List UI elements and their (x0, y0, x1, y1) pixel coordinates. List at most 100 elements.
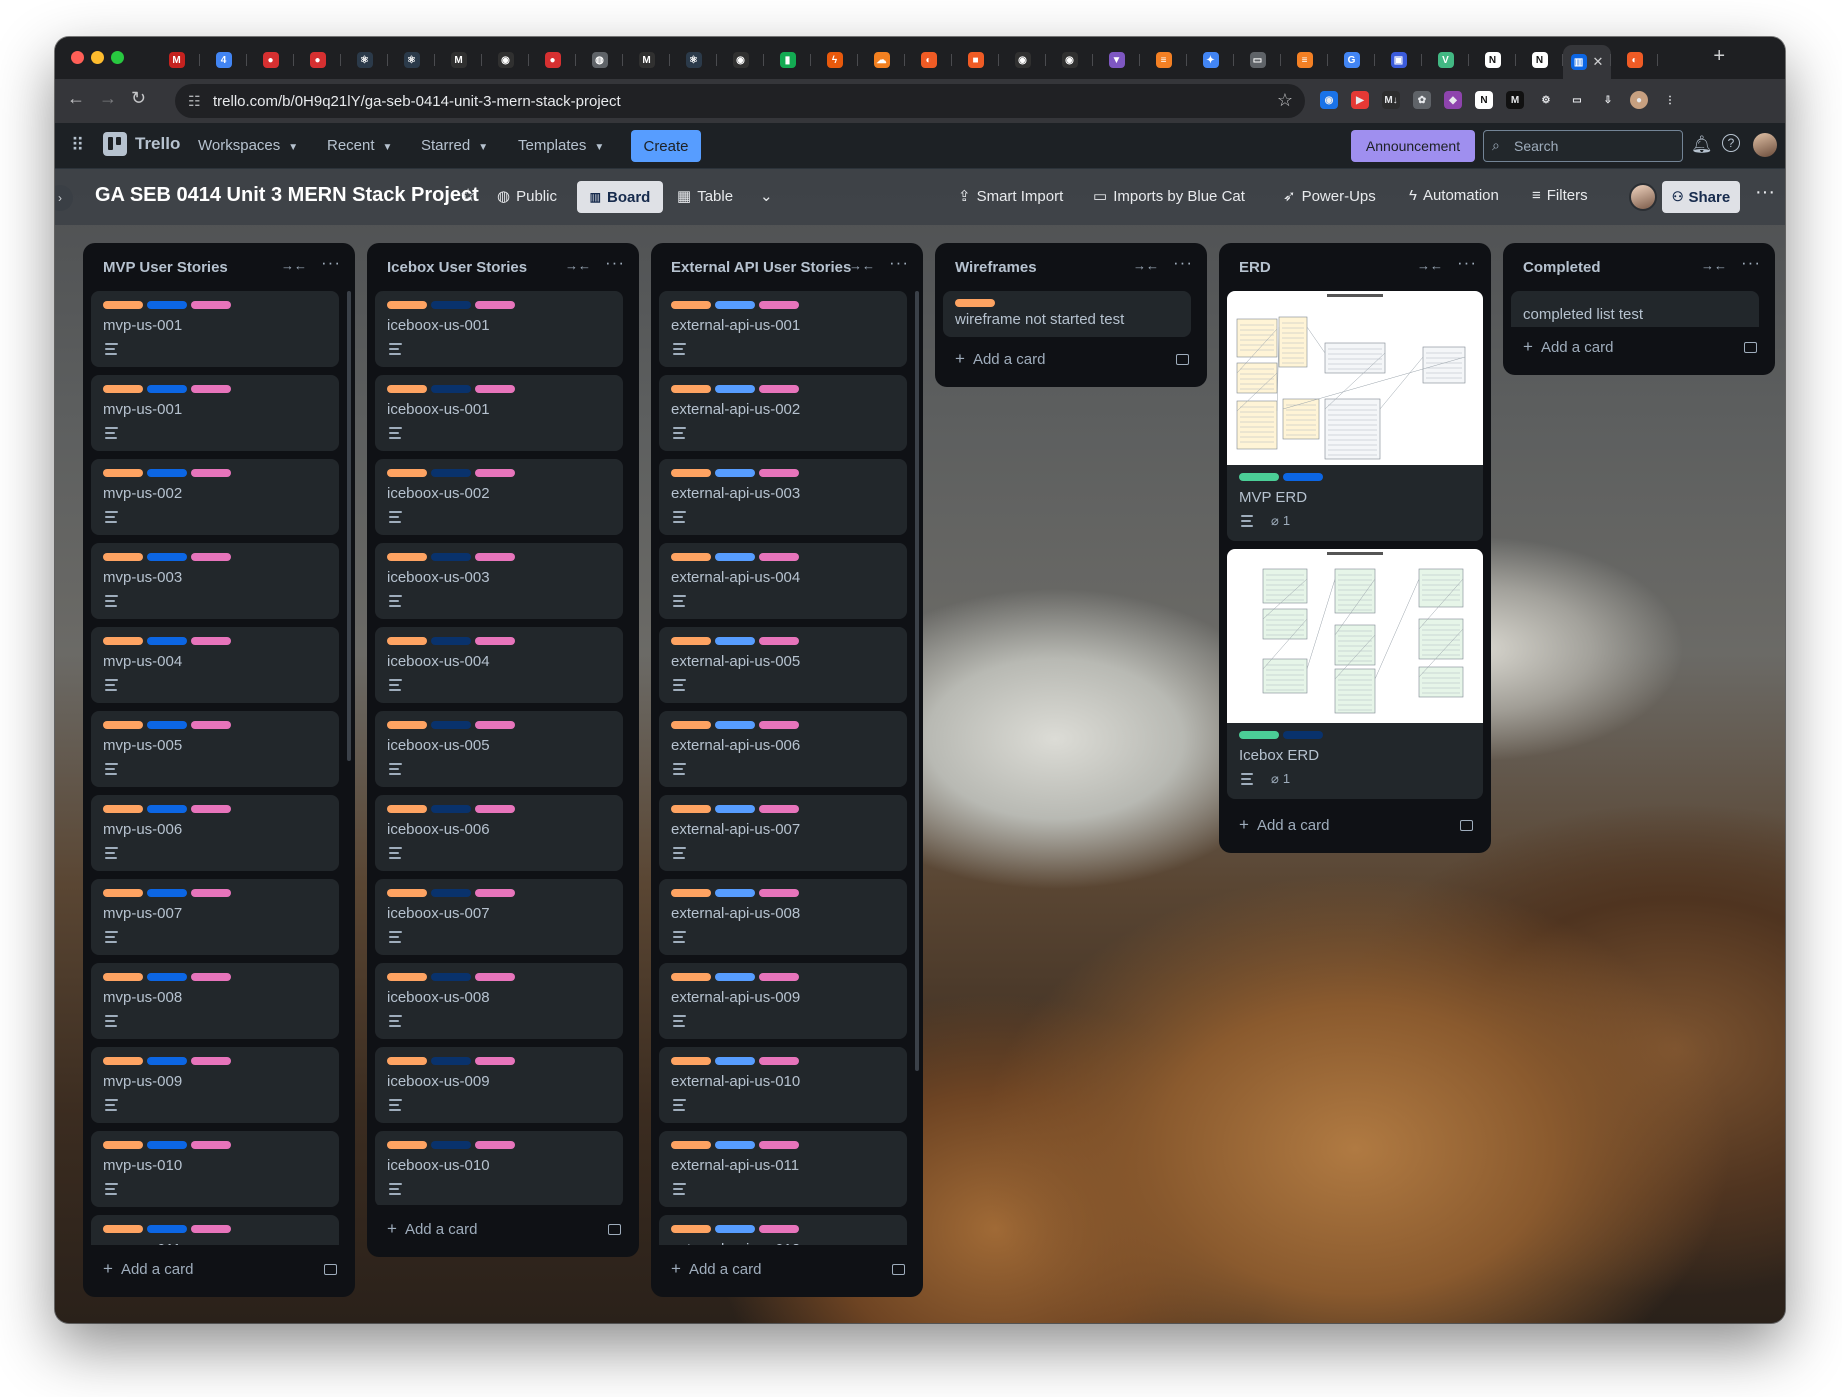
card[interactable]: mvp-us-005 (91, 711, 339, 787)
markdown-icon[interactable]: M↓ (1382, 91, 1400, 109)
extension-icon[interactable]: ✿ (1413, 91, 1431, 109)
back-icon[interactable]: ← (67, 88, 85, 109)
label-dark_blue[interactable] (431, 889, 471, 897)
board-title[interactable]: GA SEB 0414 Unit 3 MERN Stack Project (95, 184, 479, 207)
list-title[interactable]: External API User Stories (671, 259, 851, 276)
url-text[interactable]: trello.com/b/0H9q21lY/ga-seb-0414-unit-3… (213, 93, 621, 110)
card[interactable]: mvp-us-006 (91, 795, 339, 871)
label-light_blue[interactable] (715, 973, 755, 981)
label-orange[interactable] (387, 385, 427, 393)
automation-button[interactable]: ϟ Automation (1409, 187, 1499, 204)
label-blue[interactable] (147, 553, 187, 561)
browser-tab[interactable]: M (623, 45, 670, 75)
label-dark_blue[interactable] (431, 469, 471, 477)
browser-tab[interactable]: ▮ (764, 45, 811, 75)
label-orange[interactable] (387, 805, 427, 813)
browser-tab[interactable]: ☁ (858, 45, 905, 75)
minimize-window-button[interactable] (91, 51, 104, 64)
label-orange[interactable] (387, 973, 427, 981)
card[interactable]: iceboox-us-005 (375, 711, 623, 787)
card[interactable]: iceboox-us-003 (375, 543, 623, 619)
card[interactable]: mvp-us-001 (91, 375, 339, 451)
label-orange[interactable] (671, 1225, 711, 1233)
label-blue[interactable] (147, 1141, 187, 1149)
label-orange[interactable] (103, 721, 143, 729)
label-pink[interactable] (759, 301, 799, 309)
label-pink[interactable] (475, 973, 515, 981)
label-pink[interactable] (475, 721, 515, 729)
card[interactable]: external-api-us-012 (659, 1215, 907, 1245)
1password-icon[interactable]: ◉ (1320, 91, 1338, 109)
card[interactable]: external-api-us-003 (659, 459, 907, 535)
trello-logo[interactable]: Trello (103, 132, 180, 156)
imports-button[interactable]: ▭ Imports by Blue Cat (1093, 187, 1245, 205)
label-pink[interactable] (475, 469, 515, 477)
collapse-list-icon[interactable]: →← (849, 258, 875, 273)
list-title[interactable]: MVP User Stories (103, 259, 228, 276)
list-header[interactable]: ERD →← ··· (1219, 243, 1491, 291)
announcement-button[interactable]: Announcement (1351, 130, 1475, 162)
label-pink[interactable] (759, 805, 799, 813)
label-blue[interactable] (147, 973, 187, 981)
expand-sidebar-icon[interactable]: › (55, 185, 73, 211)
browser-tab[interactable]: 4 (200, 45, 247, 75)
browser-tab[interactable]: M (435, 45, 482, 75)
notion-icon[interactable]: N (1475, 91, 1493, 109)
add-card-button[interactable]: + Add a card (387, 1219, 477, 1239)
browser-tab[interactable]: ◉ (1046, 45, 1093, 75)
label-dark_blue[interactable] (431, 385, 471, 393)
list-title[interactable]: ERD (1239, 259, 1271, 276)
site-settings-icon[interactable]: ☷ (188, 93, 201, 110)
card[interactable]: external-api-us-002 (659, 375, 907, 451)
reload-icon[interactable]: ↻ (131, 88, 146, 109)
list-header[interactable]: MVP User Stories →← ··· (83, 243, 355, 291)
recent-menu[interactable]: Recent ▼ (327, 137, 392, 154)
label-pink[interactable] (191, 889, 231, 897)
label-orange[interactable] (671, 553, 711, 561)
label-orange[interactable] (103, 1225, 143, 1233)
help-icon[interactable]: ? (1722, 134, 1740, 152)
browser-tab[interactable]: ✦ (1187, 45, 1234, 75)
label-orange[interactable] (387, 721, 427, 729)
youtube-icon[interactable]: ▶ (1351, 91, 1369, 109)
label-blue[interactable] (147, 1057, 187, 1065)
label-pink[interactable] (191, 805, 231, 813)
close-tab-icon[interactable]: ✕ (1593, 54, 1604, 70)
bookmark-star-icon[interactable]: ☆ (1277, 90, 1293, 111)
label-light_blue[interactable] (715, 1225, 755, 1233)
label-pink[interactable] (475, 553, 515, 561)
label-light_blue[interactable] (715, 637, 755, 645)
label-orange[interactable] (103, 805, 143, 813)
label-blue[interactable] (147, 301, 187, 309)
label-dark_blue[interactable] (431, 805, 471, 813)
label-dark_blue[interactable] (1283, 731, 1323, 739)
collapse-list-icon[interactable]: →← (565, 258, 591, 273)
card[interactable]: external-api-us-007 (659, 795, 907, 871)
label-green[interactable] (1239, 731, 1279, 739)
list-scrollbar[interactable] (915, 291, 919, 1071)
card[interactable]: mvp-us-011 (91, 1215, 339, 1245)
card[interactable]: mvp-us-007 (91, 879, 339, 955)
label-pink[interactable] (191, 1141, 231, 1149)
starred-menu[interactable]: Starred ▼ (421, 137, 488, 154)
label-orange[interactable] (387, 1057, 427, 1065)
list-title[interactable]: Completed (1523, 259, 1601, 276)
medium-icon[interactable]: M (1506, 91, 1524, 109)
label-orange[interactable] (955, 299, 995, 307)
create-button[interactable]: Create (631, 130, 701, 162)
list-title[interactable]: Wireframes (955, 259, 1037, 276)
add-card-button[interactable]: + Add a card (955, 349, 1045, 369)
card[interactable]: wireframe not started test (943, 291, 1191, 337)
list-header[interactable]: Wireframes →← ··· (935, 243, 1207, 291)
browser-tab[interactable]: ◉ (717, 45, 764, 75)
label-pink[interactable] (191, 1057, 231, 1065)
search-field[interactable]: ⌕ (1483, 130, 1683, 162)
label-dark_blue[interactable] (431, 301, 471, 309)
card[interactable]: MVP ERD ⌀ 1 (1227, 291, 1483, 541)
create-from-template-icon[interactable] (1460, 820, 1473, 831)
label-dark_blue[interactable] (431, 1141, 471, 1149)
collapse-list-icon[interactable]: →← (1133, 258, 1159, 273)
app-switcher-icon[interactable]: ⠿ (71, 135, 84, 156)
label-pink[interactable] (759, 637, 799, 645)
browser-tab[interactable]: ◉ (482, 45, 529, 75)
